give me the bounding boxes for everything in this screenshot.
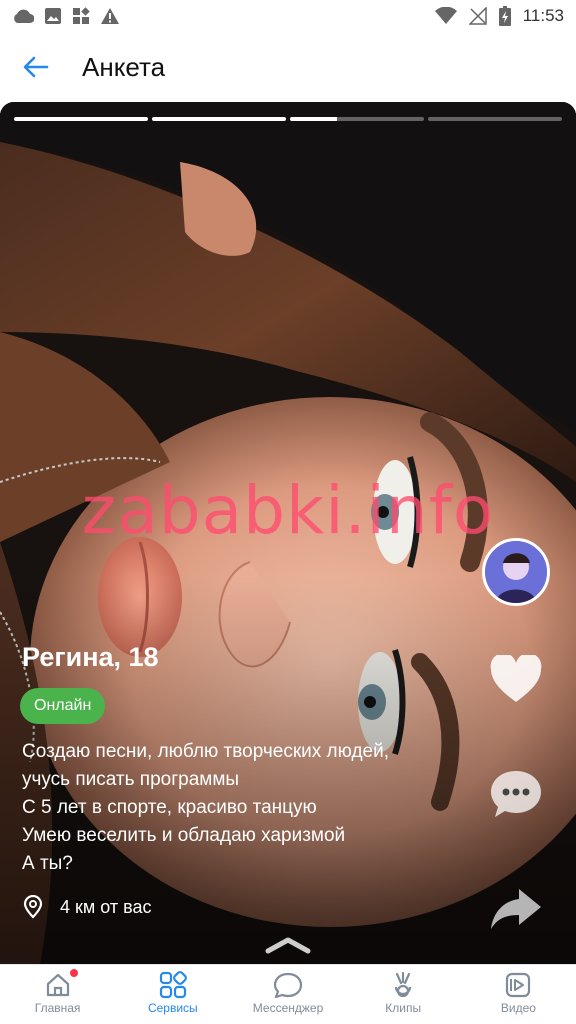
watermark: zababki.info: [81, 472, 495, 549]
like-button[interactable]: [486, 650, 546, 710]
chevron-up-icon[interactable]: [264, 936, 312, 954]
arrow-left-icon: [23, 56, 49, 78]
nav-item-services[interactable]: Сервисы: [115, 965, 230, 1024]
status-icons-left: [12, 7, 120, 25]
apps-icon: [73, 7, 90, 24]
nav-label: Видео: [500, 1001, 536, 1015]
header: Анкета: [0, 32, 576, 102]
nav-item-video[interactable]: Видео: [461, 965, 576, 1024]
nav-label: Мессенджер: [252, 1001, 324, 1015]
distance-text: 4 км от вас: [60, 896, 152, 917]
comment-icon: [491, 771, 541, 817]
back-button[interactable]: [0, 32, 72, 102]
nav-label: Главная: [34, 1001, 81, 1015]
nav-item-home[interactable]: Главная: [0, 965, 115, 1024]
status-icons-right: 11:53: [434, 6, 564, 26]
warning-icon: [101, 8, 119, 24]
bottom-nav: Главная Сервисы Мессенджер Клипы Видео: [0, 964, 576, 1024]
photo-progress: [14, 117, 562, 121]
nav-item-messenger[interactable]: Мессенджер: [230, 965, 345, 1024]
nav-item-clips[interactable]: Клипы: [346, 965, 461, 1024]
clips-icon: [395, 971, 412, 998]
nav-label: Клипы: [385, 1001, 422, 1015]
distance: 4 км от вас: [22, 895, 152, 919]
message-button[interactable]: [486, 764, 546, 824]
photo-progress-segment: [428, 117, 562, 121]
share-icon: [491, 889, 541, 929]
share-button[interactable]: [486, 879, 546, 939]
photo-progress-segment: [152, 117, 286, 121]
status-time: 11:53: [522, 6, 564, 25]
photo-progress-segment: [290, 117, 424, 121]
profile-card[interactable]: zababki.info Регина, 18 Онлайн Создаю пе…: [0, 102, 576, 964]
messenger-icon: [273, 972, 303, 999]
page-title: Анкета: [82, 51, 166, 82]
home-icon: [46, 973, 69, 997]
avatar[interactable]: [482, 538, 550, 606]
image-icon: [45, 8, 61, 24]
battery-icon: [498, 6, 511, 26]
avatar-image: [485, 541, 547, 603]
heart-icon: [490, 655, 542, 702]
profile-name-age: Регина, 18: [22, 642, 159, 672]
status-badge: Онлайн: [20, 688, 106, 724]
notification-dot: [70, 969, 78, 977]
services-icon: [159, 971, 187, 999]
nav-label: Сервисы: [147, 1001, 198, 1015]
location-pin-icon: [23, 895, 43, 919]
profile-bio: Создаю песни, люблю творческих людей, уч…: [22, 741, 389, 874]
photo-progress-segment: [14, 117, 148, 121]
no-signal-icon: [468, 7, 487, 25]
cloud-icon: [14, 9, 34, 23]
wifi-icon: [434, 7, 457, 24]
video-icon: [506, 972, 531, 998]
status-bar: 11:53: [0, 0, 576, 32]
